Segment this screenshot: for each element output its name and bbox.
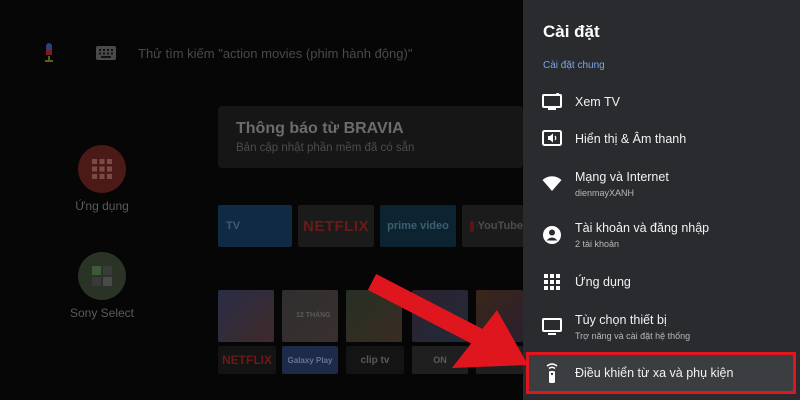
settings-item-label: Mạng và Internet [575,170,669,184]
notification-title: Thông báo từ BRAVIA [236,120,404,137]
home-screen: Thử tìm kiếm "action movies (phim hành đ… [0,0,523,400]
tv-icon [541,91,563,113]
apps-label: Ứng dụng [75,199,129,213]
sony-select-label: Sony Select [69,306,135,320]
settings-item-device-preferences[interactable]: Tùy chọn thiết bị Trợ năng và cài đặt hệ… [523,309,800,345]
section-header: Cài đặt chung [543,60,605,71]
settings-item-label: Điều khiển từ xa và phụ kiện [575,366,734,380]
channel-tile-label: clip tv [360,354,390,366]
settings-item-remote-accessories[interactable]: Điều khiển từ xa và phụ kiện [526,352,796,394]
settings-item-label: Ứng dụng [575,275,631,289]
app-tile-tv[interactable]: TV [218,205,292,247]
notification-card[interactable]: Thông báo từ BRAVIA Bản cập nhật phần mề… [218,106,523,168]
settings-item-sublabel: 2 tài khoản [575,239,620,249]
settings-item-label: Xem TV [575,95,620,109]
apps-grid-icon [78,145,126,193]
app-tile-youtube[interactable]: YouTube [462,205,523,247]
settings-item-apps[interactable]: Ứng dụng [523,268,800,296]
settings-item-label: Hiển thị & Âm thanh [575,132,687,146]
poster-label: 12 THÁNG [296,312,331,319]
channel-tile-galaxy-play[interactable]: Galaxy Play [282,346,338,374]
apps-shortcut[interactable]: Ứng dụng [75,145,129,213]
settings-item-sublabel: Trợ năng và cài đặt hệ thống [575,331,691,341]
panel-title: Cài đặt [543,22,600,41]
content-poster[interactable] [346,290,402,342]
app-tile-netflix[interactable]: NETFLIX [298,205,374,247]
content-poster[interactable] [412,290,468,342]
settings-item-watch-tv[interactable]: Xem TV [523,88,800,116]
wifi-icon [541,173,563,195]
microphone-icon[interactable] [40,42,58,64]
search-hint: Thử tìm kiếm "action movies (phim hành đ… [138,45,413,61]
settings-item-display-sound[interactable]: Hiển thị & Âm thanh [523,125,800,153]
display-sound-icon [541,128,563,150]
keyboard-icon[interactable] [96,46,116,60]
app-tile-label: YouTube [477,220,523,232]
channel-tile[interactable] [476,346,523,374]
account-icon [541,224,563,246]
content-poster[interactable] [476,290,523,342]
app-tile-prime-video[interactable]: prime video [380,205,456,247]
youtube-play-icon [470,220,480,232]
sony-select-icon [78,252,126,300]
device-preferences-icon [541,316,563,338]
settings-item-sublabel: dienmayXANH [575,188,635,198]
remote-icon [541,362,563,384]
channel-tile-label: ON [433,355,447,365]
search-bar[interactable]: Thử tìm kiếm "action movies (phim hành đ… [40,40,412,66]
channel-tile-on[interactable]: ON [412,346,468,374]
app-tile-label: prime video [387,220,449,232]
channel-tile-label: NETFLIX [222,353,272,367]
settings-item-accounts[interactable]: Tài khoản và đăng nhập 2 tài khoản [523,217,800,253]
settings-item-network[interactable]: Mạng và Internet dienmayXANH [523,166,800,202]
sony-select-shortcut[interactable]: Sony Select [70,252,134,320]
content-poster[interactable]: 12 THÁNG [282,290,338,342]
app-tile-label: NETFLIX [303,217,369,235]
channel-tile-label: Galaxy Play [287,355,333,365]
channel-tile-clip-tv[interactable]: clip tv [346,346,404,374]
settings-item-label: Tài khoản và đăng nhập [575,221,710,235]
notification-subtitle: Bản cập nhật phần mềm đã có sẵn [236,142,415,154]
channel-tile-netflix[interactable]: NETFLIX [218,346,276,374]
apps-grid-icon [541,271,563,293]
settings-item-label: Tùy chọn thiết bị [575,313,667,327]
app-tile-label: TV [226,220,241,232]
settings-panel: Cài đặt Cài đặt chung Xem TV Hiển thị & … [523,0,800,400]
content-poster[interactable] [218,290,274,342]
